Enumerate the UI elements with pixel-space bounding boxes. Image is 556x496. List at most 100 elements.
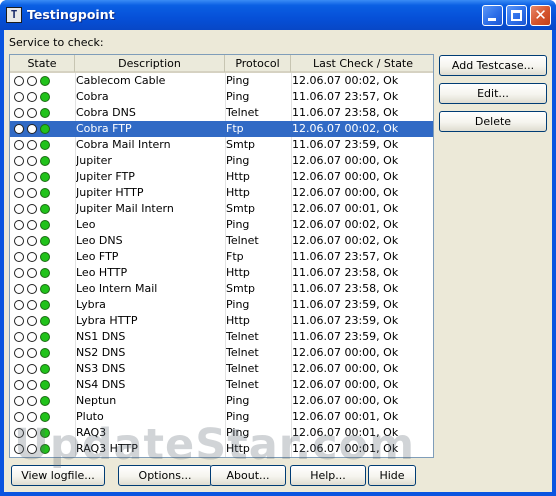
column-header-protocol[interactable]: Protocol: [225, 55, 291, 72]
status-yellow-off-icon: [27, 188, 37, 198]
service-list[interactable]: State Description Protocol Last Check / …: [9, 54, 434, 458]
status-green-on-icon: [40, 252, 50, 262]
table-row[interactable]: NS3 DNS Telnet 12.06.07 00:00, Ok: [10, 361, 433, 377]
cell-last-check: 12.06.07 00:02, Ok: [292, 218, 399, 231]
cell-protocol: Ping: [226, 298, 250, 311]
status-red-off-icon: [14, 172, 24, 182]
status-red-off-icon: [14, 444, 24, 454]
maximize-icon: [511, 10, 522, 21]
table-row[interactable]: Jupiter Ping 12.06.07 00:00, Ok: [10, 153, 433, 169]
status-green-on-icon: [40, 396, 50, 406]
cell-description: Lybra HTTP: [76, 314, 138, 327]
status-yellow-off-icon: [27, 316, 37, 326]
table-row[interactable]: Neptun Ping 12.06.07 00:00, Ok: [10, 393, 433, 409]
table-row[interactable]: Cobra FTP Ftp 12.06.07 00:02, Ok: [10, 121, 433, 137]
status-green-on-icon: [40, 92, 50, 102]
table-row[interactable]: Leo FTP Ftp 11.06.07 23:57, Ok: [10, 249, 433, 265]
cell-protocol: Ping: [226, 410, 250, 423]
status-yellow-off-icon: [27, 428, 37, 438]
maximize-button[interactable]: [506, 5, 527, 26]
title-bar[interactable]: T Testingpoint ✕: [0, 0, 556, 30]
table-row[interactable]: Leo HTTP Http 11.06.07 23:58, Ok: [10, 265, 433, 281]
status-red-off-icon: [14, 316, 24, 326]
status-yellow-off-icon: [27, 364, 37, 374]
cell-last-check: 11.06.07 23:59, Ok: [292, 314, 399, 327]
minimize-button[interactable]: [482, 5, 503, 26]
view-logfile-button[interactable]: View logfile...: [11, 465, 105, 486]
status-yellow-off-icon: [27, 236, 37, 246]
table-row[interactable]: Leo DNS Telnet 12.06.07 00:02, Ok: [10, 233, 433, 249]
status-green-on-icon: [40, 300, 50, 310]
minimize-icon: [488, 18, 496, 21]
status-yellow-off-icon: [27, 444, 37, 454]
cell-last-check: 12.06.07 00:01, Ok: [292, 202, 399, 215]
status-yellow-off-icon: [27, 268, 37, 278]
table-row[interactable]: Leo Intern Mail Smtp 11.06.07 23:58, Ok: [10, 281, 433, 297]
cell-description: Jupiter FTP: [76, 170, 135, 183]
cell-protocol: Http: [226, 186, 250, 199]
table-row[interactable]: Cobra Mail Intern Smtp 11.06.07 23:59, Ok: [10, 137, 433, 153]
table-row[interactable]: Cobra DNS Telnet 11.06.07 23:58, Ok: [10, 105, 433, 121]
cell-protocol: Ping: [226, 218, 250, 231]
cell-last-check: 12.06.07 00:00, Ok: [292, 154, 399, 167]
table-row[interactable]: Cablecom Cable Ping 12.06.07 00:02, Ok: [10, 73, 433, 89]
status-red-off-icon: [14, 412, 24, 422]
table-row[interactable]: Jupiter Mail Intern Smtp 12.06.07 00:01, O…: [10, 201, 433, 217]
table-row[interactable]: Lybra HTTP Http 11.06.07 23:59, Ok: [10, 313, 433, 329]
list-rows: Cablecom Cable Ping 12.06.07 00:02, Ok Cobr…: [10, 73, 433, 457]
status-red-off-icon: [14, 268, 24, 278]
status-yellow-off-icon: [27, 140, 37, 150]
table-row[interactable]: Cobra Ping 11.06.07 23:57, Ok: [10, 89, 433, 105]
status-green-on-icon: [40, 348, 50, 358]
table-row[interactable]: NS1 DNS Telnet 11.06.07 23:59, Ok: [10, 329, 433, 345]
table-row[interactable]: Jupiter FTP Http 12.06.07 00:00, Ok: [10, 169, 433, 185]
status-yellow-off-icon: [27, 108, 37, 118]
cell-description: NS1 DNS: [76, 330, 126, 343]
cell-description: Leo: [76, 218, 96, 231]
column-header-state[interactable]: State: [10, 55, 75, 72]
about-button[interactable]: About...: [210, 465, 286, 486]
status-green-on-icon: [40, 428, 50, 438]
status-green-on-icon: [40, 204, 50, 214]
cell-protocol: Telnet: [226, 378, 259, 391]
cell-protocol: Ftp: [226, 250, 244, 263]
column-header-last-check[interactable]: Last Check / State: [291, 55, 433, 72]
options-button[interactable]: Options...: [118, 465, 212, 486]
status-red-off-icon: [14, 108, 24, 118]
cell-description: RAQ3: [76, 426, 107, 439]
add-testcase-button[interactable]: Add Testcase...: [439, 55, 547, 76]
table-row[interactable]: RAQ3 Ping 12.06.07 00:01, Ok: [10, 425, 433, 441]
status-red-off-icon: [14, 380, 24, 390]
column-header-description[interactable]: Description: [75, 55, 225, 72]
table-row[interactable]: NS2 DNS Telnet 12.06.07 00:00, Ok: [10, 345, 433, 361]
status-yellow-off-icon: [27, 156, 37, 166]
cell-description: NS2 DNS: [76, 346, 126, 359]
status-yellow-off-icon: [27, 76, 37, 86]
close-button[interactable]: ✕: [530, 5, 551, 26]
status-red-off-icon: [14, 220, 24, 230]
status-green-on-icon: [40, 236, 50, 246]
status-green-on-icon: [40, 412, 50, 422]
close-icon: ✕: [534, 6, 547, 24]
table-row[interactable]: Leo Ping 12.06.07 00:02, Ok: [10, 217, 433, 233]
cell-last-check: 12.06.07 00:01, Ok: [292, 426, 399, 439]
status-red-off-icon: [14, 204, 24, 214]
status-yellow-off-icon: [27, 92, 37, 102]
table-row[interactable]: Lybra Ping 11.06.07 23:59, Ok: [10, 297, 433, 313]
delete-button[interactable]: Delete: [439, 111, 547, 132]
status-yellow-off-icon: [27, 204, 37, 214]
table-row[interactable]: RAQ3 HTTP Http 12.06.07 00:01, Ok: [10, 441, 433, 457]
table-row[interactable]: Jupiter HTTP Http 12.06.07 00:00, Ok: [10, 185, 433, 201]
hide-button[interactable]: Hide: [368, 465, 416, 486]
table-row[interactable]: Pluto Ping 12.06.07 00:01, Ok: [10, 409, 433, 425]
cell-last-check: 12.06.07 00:01, Ok: [292, 442, 399, 455]
edit-button[interactable]: Edit...: [439, 83, 547, 104]
status-yellow-off-icon: [27, 284, 37, 294]
cell-protocol: Ping: [226, 154, 250, 167]
cell-protocol: Smtp: [226, 282, 255, 295]
status-green-on-icon: [40, 332, 50, 342]
cell-protocol: Http: [226, 314, 250, 327]
status-green-on-icon: [40, 108, 50, 118]
help-button[interactable]: Help...: [290, 465, 366, 486]
table-row[interactable]: NS4 DNS Telnet 12.06.07 00:00, Ok: [10, 377, 433, 393]
